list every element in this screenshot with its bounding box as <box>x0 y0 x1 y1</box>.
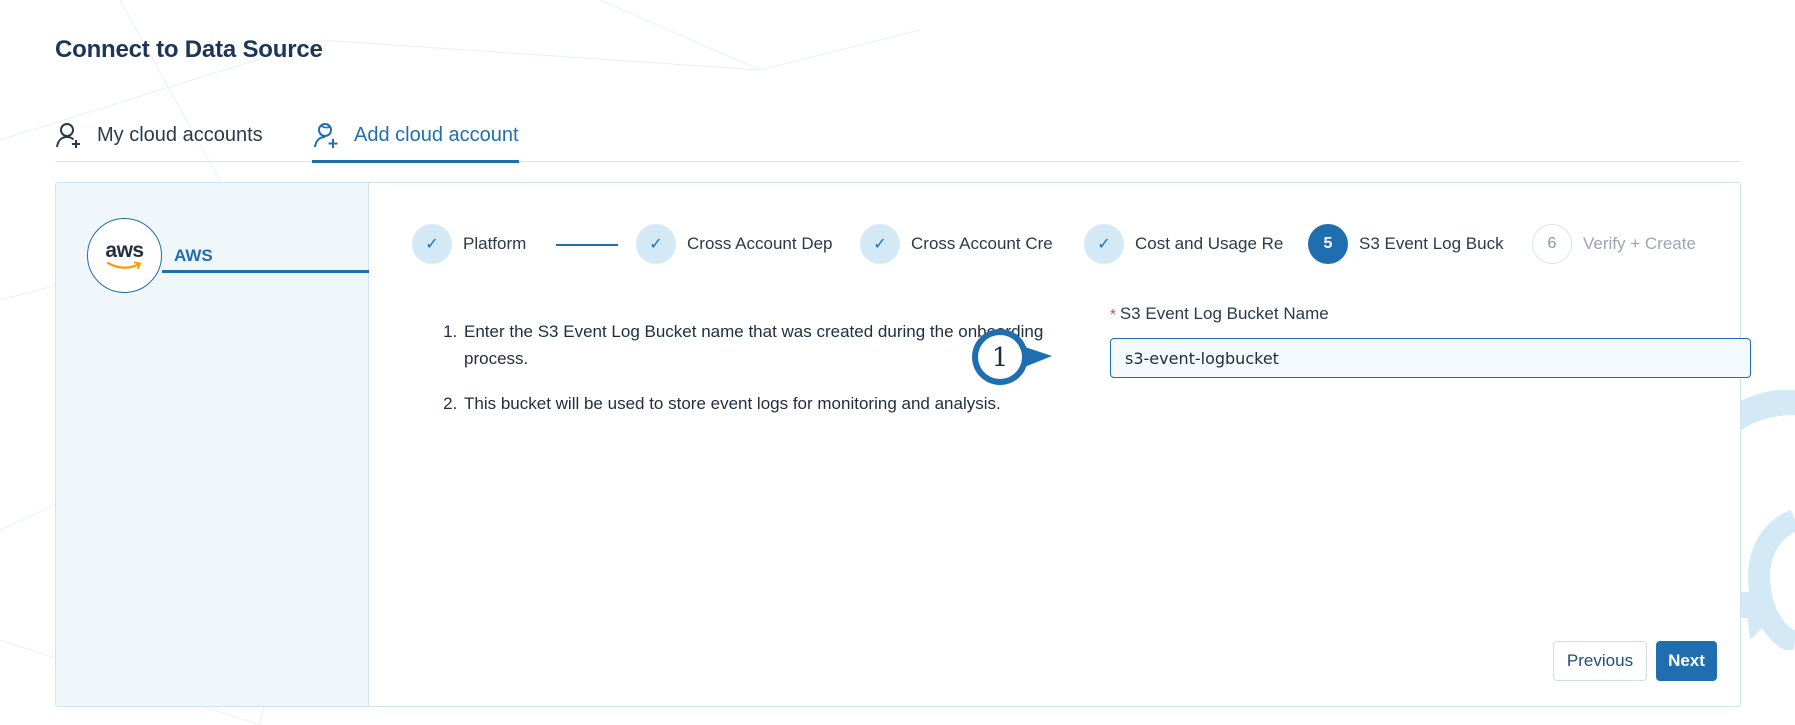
aws-logo-text: aws <box>105 238 144 262</box>
step-cross-account-deployment[interactable]: ✓ Cross Account Dep <box>636 223 838 265</box>
wizard-stepper: ✓ Platform ✓ Cross Account Dep ✓ Cross A… <box>412 223 1742 265</box>
provider-item-aws[interactable]: aws AWS <box>87 218 369 293</box>
step-label: Cross Account Dep <box>687 234 833 253</box>
step-verify-create[interactable]: 6 Verify + Create <box>1532 223 1732 265</box>
step-cost-and-usage-report[interactable]: ✓ Cost and Usage Re <box>1084 223 1287 265</box>
step-connector <box>556 244 618 246</box>
annotation-marker-number: 1 <box>992 343 1009 373</box>
wizard-panel: aws AWS ✓ Platform ✓ Cross Account Dep ✓… <box>55 182 1751 707</box>
bucket-name-label-text: S3 Event Log Bucket Name <box>1119 304 1329 323</box>
step-label: S3 Event Log Buck <box>1359 234 1504 253</box>
step-check-icon: ✓ <box>636 224 676 264</box>
required-marker: * <box>1110 305 1116 323</box>
step-number: 5 <box>1308 224 1348 264</box>
instruction-item: This bucket will be used to store event … <box>462 390 1062 417</box>
step-check-icon: ✓ <box>860 224 900 264</box>
bucket-name-field: * S3 Event Log Bucket Name <box>1110 303 1751 378</box>
step-label: Cost and Usage Re <box>1135 234 1284 253</box>
step-s3-event-log-bucket[interactable]: 5 S3 Event Log Buck <box>1308 223 1512 265</box>
bucket-name-input[interactable] <box>1110 338 1751 378</box>
tab-add-cloud-account[interactable]: Add cloud account <box>312 108 519 163</box>
step-check-icon: ✓ <box>1084 224 1124 264</box>
page-title: Connect to Data Source <box>55 36 323 63</box>
step-platform[interactable]: ✓ Platform <box>412 223 552 265</box>
tab-add-cloud-account-label: Add cloud account <box>354 123 519 146</box>
step-label: Verify + Create <box>1583 234 1696 253</box>
step-label: Cross Account Cre <box>911 234 1053 253</box>
provider-selected-indicator <box>162 270 369 273</box>
provider-sidebar: aws AWS <box>56 183 369 706</box>
tab-my-cloud-accounts-label: My cloud accounts <box>97 123 263 146</box>
aws-logo-icon: aws <box>87 218 162 293</box>
aws-smile-icon <box>106 261 141 269</box>
account-tabs: My cloud accounts Add cloud account <box>55 108 1741 163</box>
tab-my-cloud-accounts[interactable]: My cloud accounts <box>55 108 263 162</box>
previous-button[interactable]: Previous <box>1553 641 1647 681</box>
step-label: Platform <box>463 234 527 253</box>
bucket-name-label: * S3 Event Log Bucket Name <box>1110 303 1750 325</box>
add-user-icon <box>314 123 338 148</box>
user-icon <box>56 123 80 148</box>
provider-label: AWS <box>174 246 213 265</box>
next-button[interactable]: Next <box>1656 641 1717 681</box>
step-check-icon: ✓ <box>412 224 452 264</box>
annotation-marker: 1 <box>972 329 1052 385</box>
step-cross-account-credentials[interactable]: ✓ Cross Account Cre <box>860 223 1065 265</box>
step-number: 6 <box>1532 224 1572 264</box>
